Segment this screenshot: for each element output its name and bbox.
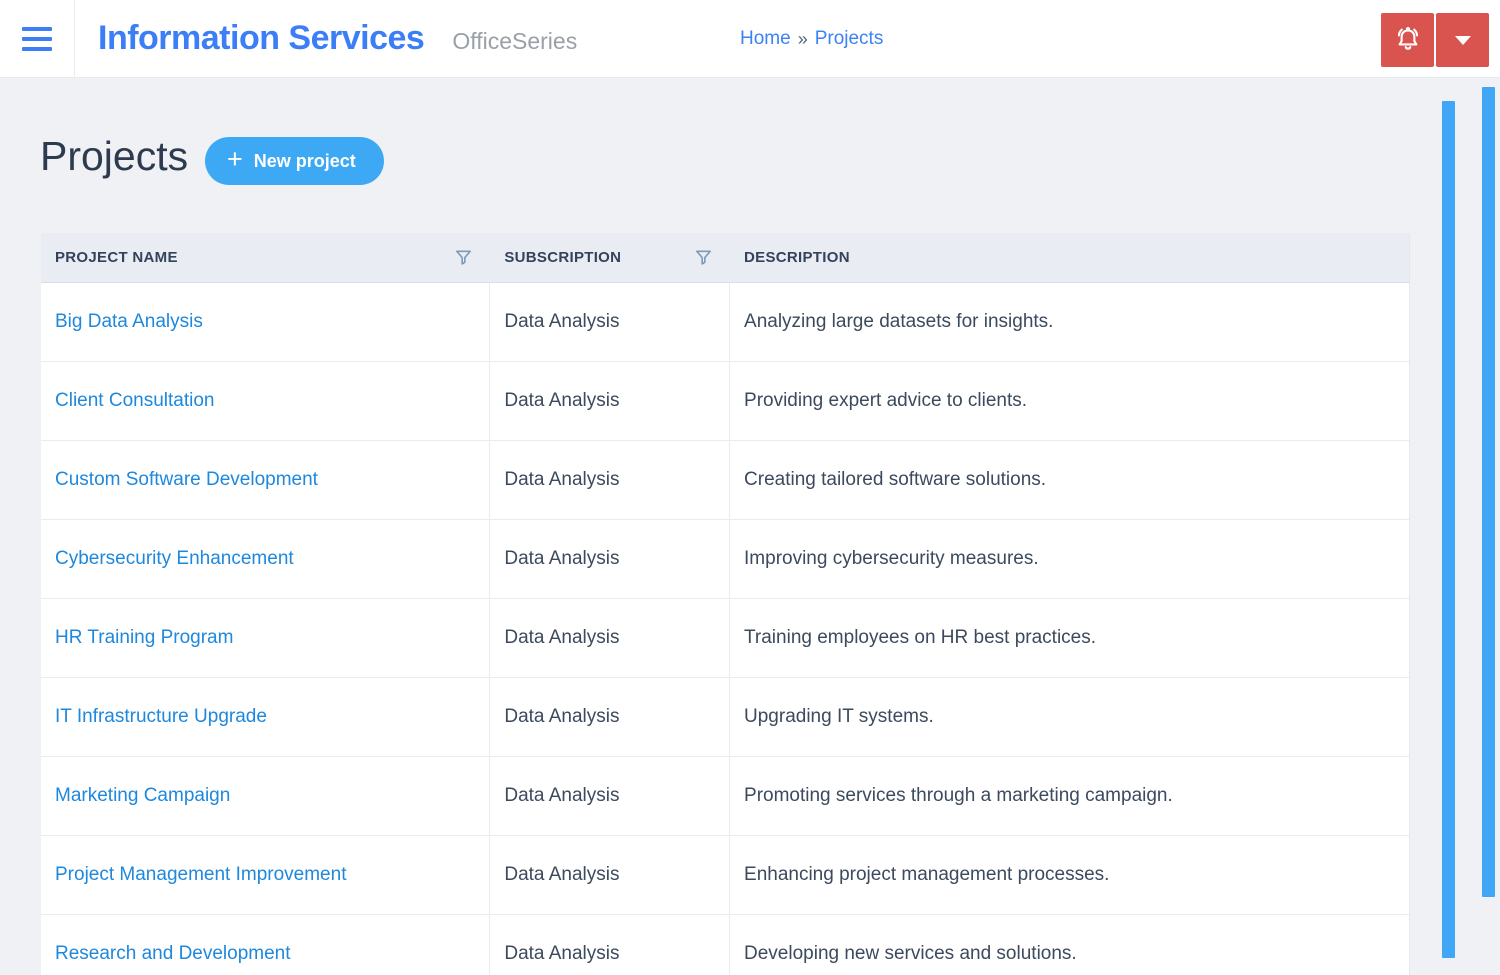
chevron-down-icon: [1454, 35, 1471, 45]
breadcrumb-home-link[interactable]: Home: [740, 28, 791, 50]
table-row: Marketing Campaign Data Analysis Promoti…: [41, 757, 1409, 836]
menu-icon[interactable]: [0, 0, 75, 78]
breadcrumb-projects-link[interactable]: Projects: [815, 28, 884, 50]
description-cell: Providing expert advice to clients.: [730, 362, 1409, 440]
description-cell: Creating tailored software solutions.: [730, 441, 1409, 519]
description-cell: Training employees on HR best practices.: [730, 599, 1409, 677]
table-body: Big Data Analysis Data Analysis Analyzin…: [41, 283, 1409, 975]
subscription-cell-text: Data Analysis: [504, 548, 620, 569]
subscription-cell: Data Analysis: [490, 362, 731, 440]
plus-icon: +: [227, 144, 243, 174]
project-name-link[interactable]: Big Data Analysis: [55, 311, 203, 333]
project-name-cell: Big Data Analysis: [41, 283, 491, 361]
description-cell: Developing new services and solutions.: [730, 915, 1409, 975]
subscription-cell: Data Analysis: [490, 678, 731, 756]
description-cell-text: Providing expert advice to clients.: [744, 390, 1028, 411]
description-cell: Improving cybersecurity measures.: [730, 520, 1409, 598]
brand: Information Services OfficeSeries: [98, 19, 577, 58]
new-project-label: New project: [253, 150, 356, 171]
column-header-description: DESCRIPTION: [730, 233, 1409, 282]
column-header-label: DESCRIPTION: [744, 249, 850, 266]
table-row: Project Management Improvement Data Anal…: [41, 836, 1409, 915]
description-cell: Analyzing large datasets for insights.: [730, 283, 1409, 361]
project-name-cell: Cybersecurity Enhancement: [41, 520, 491, 598]
description-cell-text: Improving cybersecurity measures.: [744, 548, 1039, 569]
app-title: Information Services: [98, 19, 425, 57]
header-actions: [1381, 13, 1489, 67]
subscription-cell-text: Data Analysis: [504, 785, 620, 806]
breadcrumb-separator: »: [797, 28, 808, 49]
subscription-cell: Data Analysis: [490, 915, 731, 975]
project-name-cell: Project Management Improvement: [41, 836, 491, 914]
subscription-cell: Data Analysis: [490, 441, 731, 519]
description-cell-text: Upgrading IT systems.: [744, 706, 934, 727]
project-name-link[interactable]: Cybersecurity Enhancement: [55, 548, 294, 570]
subscription-cell: Data Analysis: [490, 283, 731, 361]
table-row: Big Data Analysis Data Analysis Analyzin…: [41, 283, 1409, 362]
table-header-row: PROJECT NAME SUBSCRIPTION DESCRIPTION: [41, 233, 1409, 283]
project-name-link[interactable]: Client Consultation: [55, 390, 214, 412]
subscription-cell-text: Data Analysis: [504, 627, 620, 648]
table-row: Research and Development Data Analysis D…: [41, 915, 1409, 975]
description-cell: Upgrading IT systems.: [730, 678, 1409, 756]
table-row: HR Training Program Data Analysis Traini…: [41, 599, 1409, 678]
new-project-button[interactable]: + New project: [205, 137, 384, 185]
project-name-cell: Research and Development: [41, 915, 491, 975]
description-cell-text: Developing new services and solutions.: [744, 943, 1077, 964]
app-subtitle: OfficeSeries: [452, 28, 578, 54]
subscription-cell-text: Data Analysis: [504, 864, 620, 885]
subscription-cell-text: Data Analysis: [504, 311, 620, 332]
project-name-cell: IT Infrastructure Upgrade: [41, 678, 491, 756]
project-name-link[interactable]: IT Infrastructure Upgrade: [55, 706, 267, 728]
project-name-link[interactable]: HR Training Program: [55, 627, 233, 649]
subscription-cell-text: Data Analysis: [504, 390, 620, 411]
column-header-label: SUBSCRIPTION: [504, 249, 622, 266]
account-dropdown-button[interactable]: [1436, 13, 1489, 67]
subscription-cell: Data Analysis: [490, 520, 731, 598]
description-cell-text: Creating tailored software solutions.: [744, 469, 1047, 490]
project-name-link[interactable]: Project Management Improvement: [55, 864, 346, 886]
subscription-cell: Data Analysis: [490, 836, 731, 914]
column-header-label: PROJECT NAME: [55, 249, 178, 266]
project-name-cell: Client Consultation: [41, 362, 491, 440]
description-cell-text: Promoting services through a marketing c…: [744, 785, 1173, 806]
column-header-project-name: PROJECT NAME: [41, 233, 491, 282]
notifications-button[interactable]: [1381, 13, 1434, 67]
projects-table: PROJECT NAME SUBSCRIPTION DESCRIPTION Bi…: [40, 233, 1410, 975]
subscription-cell: Data Analysis: [490, 757, 731, 835]
breadcrumb: Home » Projects: [740, 0, 883, 78]
description-cell-text: Training employees on HR best practices.: [744, 627, 1097, 648]
project-name-cell: Custom Software Development: [41, 441, 491, 519]
description-cell: Enhancing project management processes.: [730, 836, 1409, 914]
subscription-cell-text: Data Analysis: [504, 469, 620, 490]
table-row: Client Consultation Data Analysis Provid…: [41, 362, 1409, 441]
project-name-link[interactable]: Marketing Campaign: [55, 785, 230, 807]
description-cell-text: Enhancing project management processes.: [744, 864, 1110, 885]
subscription-cell-text: Data Analysis: [504, 943, 620, 964]
table-row: IT Infrastructure Upgrade Data Analysis …: [41, 678, 1409, 757]
project-name-link[interactable]: Research and Development: [55, 943, 291, 965]
subscription-cell: Data Analysis: [490, 599, 731, 677]
table-row: Cybersecurity Enhancement Data Analysis …: [41, 520, 1409, 599]
filter-funnel-icon[interactable]: [454, 248, 473, 267]
description-cell: Promoting services through a marketing c…: [730, 757, 1409, 835]
filter-funnel-icon[interactable]: [694, 248, 713, 267]
column-header-subscription: SUBSCRIPTION: [490, 233, 731, 282]
page-title: Projects: [40, 133, 189, 179]
window-scrollbar[interactable]: [1482, 87, 1495, 897]
notifications-bell-icon: [1393, 25, 1423, 55]
project-name-cell: HR Training Program: [41, 599, 491, 677]
project-name-link[interactable]: Custom Software Development: [55, 469, 318, 491]
table-row: Custom Software Development Data Analysi…: [41, 441, 1409, 520]
subscription-cell-text: Data Analysis: [504, 706, 620, 727]
content-scrollbar[interactable]: [1442, 101, 1455, 958]
description-cell-text: Analyzing large datasets for insights.: [744, 311, 1054, 332]
project-name-cell: Marketing Campaign: [41, 757, 491, 835]
app-header: Information Services OfficeSeries Home »…: [0, 0, 1500, 78]
